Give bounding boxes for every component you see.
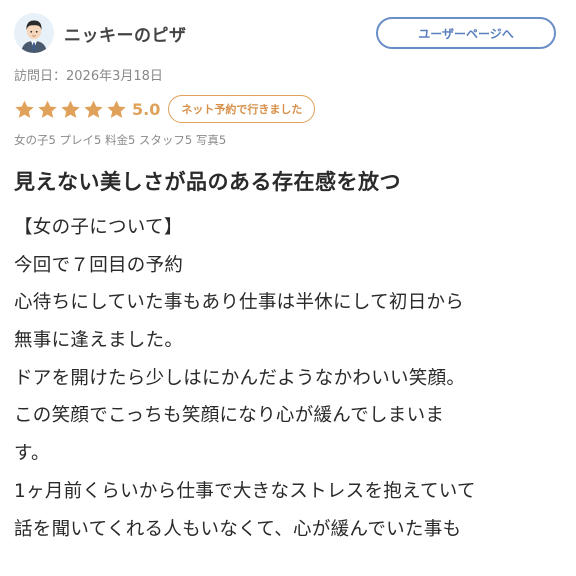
star-icon <box>38 100 57 118</box>
review-header: ニッキーのピザ ユーザーページへ <box>14 2 562 64</box>
review-text-line: 心待ちにしていた事もあり仕事は半休にして初日から <box>14 292 465 314</box>
user-page-button[interactable]: ユーザーページへ <box>376 17 556 49</box>
star-icon <box>107 100 126 118</box>
star-rating <box>14 99 127 120</box>
avatar[interactable] <box>14 13 54 53</box>
review-text-line: 1ヶ月前くらいから仕事で大きなストレスを抱えていて <box>14 480 476 502</box>
booking-method-badge: ネット予約で行きました <box>168 95 316 123</box>
user-avatar-icon <box>14 13 54 53</box>
star-icon <box>61 100 80 118</box>
user-name[interactable]: ニッキーのピザ <box>64 21 376 46</box>
review-title: 見えない美しさが品のある存在感を放つ <box>14 170 401 194</box>
visit-date: 訪問日：2026年3月18日 <box>14 69 163 84</box>
rating-score: 5.0 <box>132 99 161 119</box>
review-text-line: 今回で７回目の予約 <box>14 254 184 276</box>
review-text-line: ドアを開けたら少しはにかんだようなかわいい笑顔。 <box>14 367 466 389</box>
star-icon <box>15 100 34 118</box>
review-text-line: 【女の子について】 <box>14 217 183 238</box>
sub-scores: 女の子5 プレイ5 料金5 スタッフ5 写真5 <box>14 133 227 147</box>
review-text-line: 無事に逢えました。 <box>14 330 184 352</box>
star-icon <box>84 100 103 118</box>
review-text-line: す。 <box>14 443 50 465</box>
review-text-line: この笑顔でこっちも笑顔になり心が緩んでしまいま <box>14 405 445 427</box>
review-page: ニッキーのピザ ユーザーページへ 訪問日：2026年3月18日 5.0 ネット予… <box>0 0 576 576</box>
review-text-line: 話を聞いてくれる人もいなくて、心が緩んでいた事も <box>14 518 462 540</box>
review-body: 【女の子について】 今回で７回目の予約心待ちにしていた事もあり仕事は半休にして初日… <box>14 209 562 548</box>
rating-row: 5.0 ネット予約で行きました <box>14 91 562 127</box>
